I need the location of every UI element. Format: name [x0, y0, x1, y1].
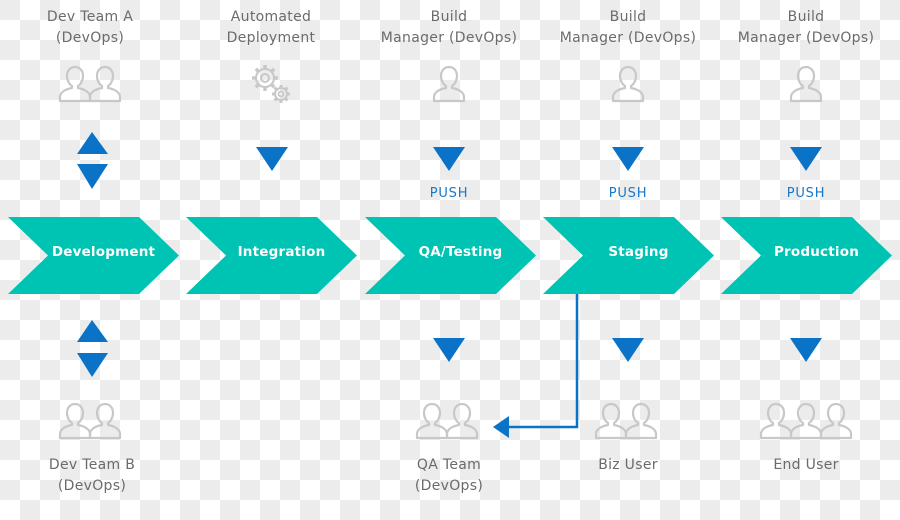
- stage-label-development: Development: [51, 244, 156, 260]
- stage-label-integration: Integration: [237, 244, 326, 260]
- down-arrow-icon: [790, 338, 822, 362]
- stage-label-staging: Staging: [608, 244, 669, 260]
- down-arrow-icon: [433, 338, 465, 362]
- down-arrow-icon: [256, 147, 288, 171]
- up-arrow-icon: [77, 132, 108, 154]
- two-people-icon: [415, 402, 479, 440]
- three-people-icon: [759, 402, 853, 440]
- two-people-icon: [594, 402, 658, 440]
- feedback-arrow: [493, 294, 579, 438]
- stage-label-production: Production: [773, 244, 860, 260]
- down-arrow-icon: [612, 147, 644, 171]
- person-icon: [789, 65, 823, 103]
- left-arrowhead-icon: [493, 416, 509, 438]
- down-arrow-icon: [77, 164, 108, 189]
- up-arrow-icon: [77, 320, 108, 342]
- person-icon: [432, 65, 466, 103]
- gears-icon: [250, 63, 292, 105]
- two-people-icon: [58, 402, 122, 440]
- down-arrow-icon: [77, 353, 108, 377]
- stage-label-qa-testing: QA/Testing: [418, 244, 503, 260]
- down-arrow-icon: [790, 147, 822, 171]
- two-people-icon: [58, 65, 122, 103]
- person-icon: [611, 65, 645, 103]
- down-arrow-icon: [433, 147, 465, 171]
- down-arrow-icon: [612, 338, 644, 362]
